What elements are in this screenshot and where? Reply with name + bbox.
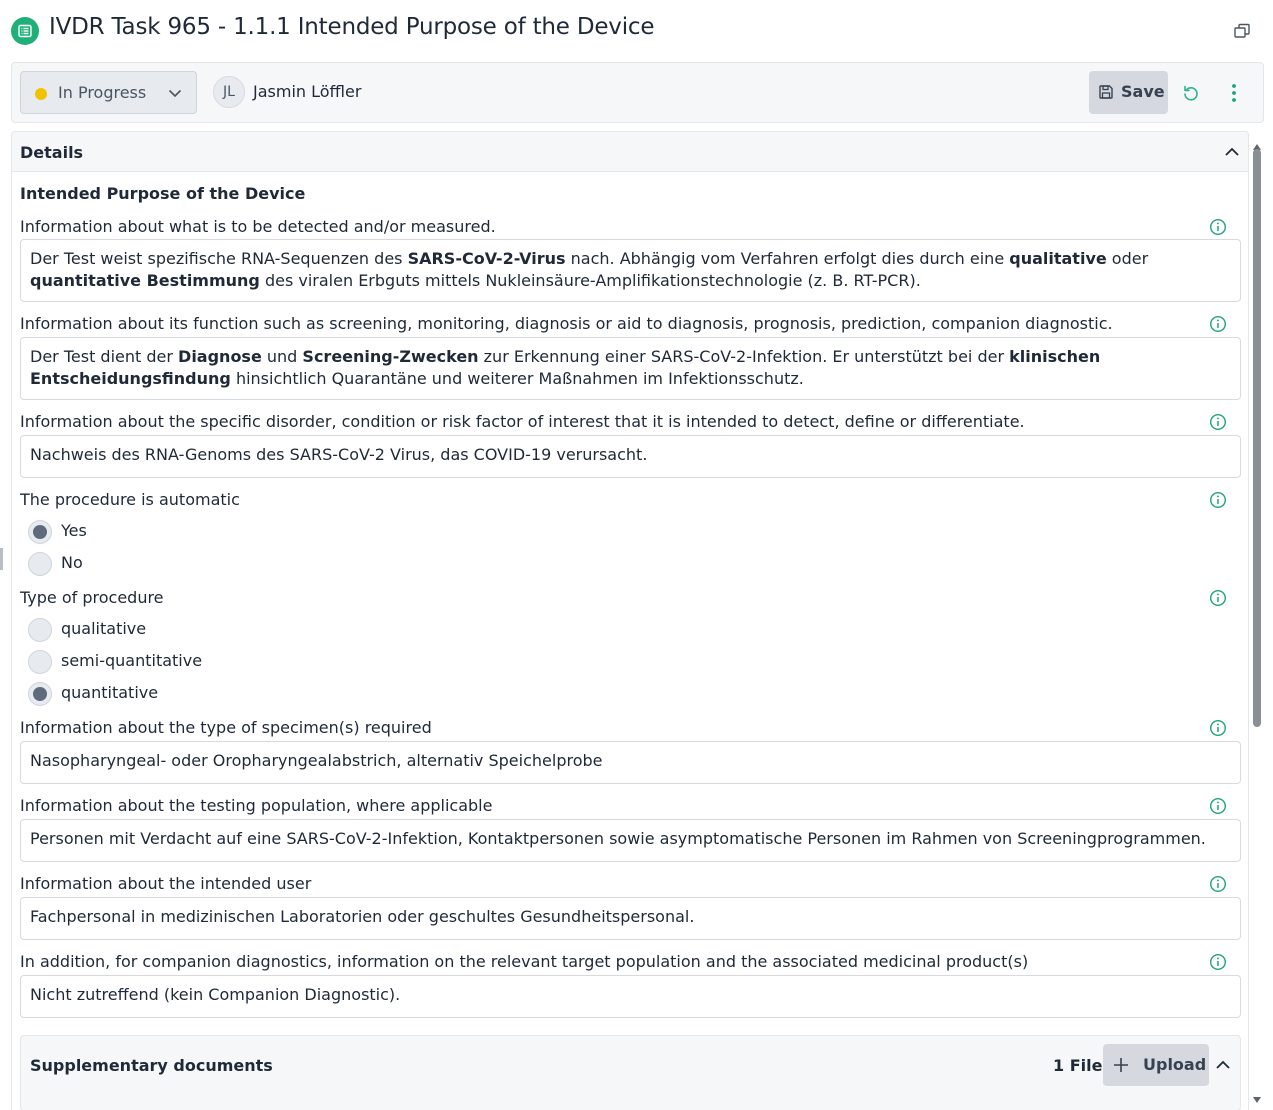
details-title: Details: [20, 143, 84, 162]
radio-button[interactable]: [28, 520, 52, 544]
details-header[interactable]: Details: [12, 132, 1248, 172]
companion-field[interactable]: Nicht zutreffend (kein Companion Diagnos…: [20, 975, 1241, 1018]
save-button[interactable]: Save: [1089, 71, 1168, 114]
scrollbar[interactable]: [1250, 131, 1264, 1110]
radio-label: semi-quantitative: [61, 651, 203, 670]
plus-icon: [1112, 1056, 1130, 1074]
undo-icon[interactable]: [1180, 82, 1202, 104]
info-icon[interactable]: [1209, 953, 1227, 971]
function-field[interactable]: Der Test dient der Diagnose und Screenin…: [20, 337, 1241, 400]
details-panel: Details Intended Purpose of the Device I…: [11, 131, 1249, 1110]
supplementary-title: Supplementary documents: [30, 1056, 273, 1075]
scrollbar-thumb[interactable]: [1253, 149, 1261, 727]
status-indicator: [35, 88, 47, 100]
radio-label: quantitative: [61, 683, 159, 702]
field-label-procedure-type: Type of procedure: [20, 588, 164, 607]
population-field[interactable]: Personen mit Verdacht auf eine SARS-CoV-…: [20, 819, 1241, 862]
upload-button[interactable]: Upload: [1103, 1044, 1209, 1086]
field-label-disorder: Information about the specific disorder,…: [20, 412, 1025, 431]
section-heading: Intended Purpose of the Device: [20, 184, 306, 203]
info-icon[interactable]: [1209, 491, 1227, 509]
chevron-up-icon[interactable]: [1223, 143, 1241, 161]
chevron-down-icon: [167, 85, 183, 101]
supplementary-documents: Supplementary documents 1 File Upload: [20, 1035, 1241, 1110]
radio-label: No: [61, 553, 83, 572]
intended-user-field[interactable]: Fachpersonal in medizinischen Laboratori…: [20, 897, 1241, 940]
resize-handle[interactable]: [0, 548, 3, 570]
field-label-companion: In addition, for companion diagnostics, …: [20, 952, 1029, 971]
more-vertical-icon[interactable]: [1224, 82, 1244, 104]
detected-measured-field[interactable]: Der Test weist spezifische RNA-Sequenzen…: [20, 239, 1241, 302]
status-label: In Progress: [58, 83, 147, 102]
field-label-user: Information about the intended user: [20, 874, 312, 893]
info-icon[interactable]: [1209, 218, 1227, 236]
radio-label: qualitative: [61, 619, 147, 638]
specimen-field[interactable]: Nasopharyngeal- oder Oropharyngealabstri…: [20, 741, 1241, 784]
radio-label: Yes: [61, 521, 87, 540]
info-icon[interactable]: [1209, 589, 1227, 607]
scroll-down-arrow-icon[interactable]: [1253, 1088, 1261, 1103]
field-label-detected: Information about what is to be detected…: [20, 217, 496, 236]
save-label: Save: [1121, 82, 1165, 101]
page-title: IVDR Task 965 - 1.1.1 Intended Purpose o…: [49, 14, 655, 40]
info-icon[interactable]: [1209, 719, 1227, 737]
field-label-automatic: The procedure is automatic: [20, 490, 240, 509]
field-label-population: Information about the testing population…: [20, 796, 493, 815]
list-icon: [11, 17, 39, 45]
file-count: 1 File: [1053, 1056, 1103, 1075]
scroll-up-arrow-icon[interactable]: [1253, 135, 1261, 150]
radio-button[interactable]: [28, 682, 52, 706]
field-label-specimen: Information about the type of specimen(s…: [20, 718, 432, 737]
info-icon[interactable]: [1209, 315, 1227, 333]
title-bar: IVDR Task 965 - 1.1.1 Intended Purpose o…: [0, 0, 1273, 62]
info-icon[interactable]: [1209, 797, 1227, 815]
radio-button[interactable]: [28, 650, 52, 674]
avatar[interactable]: JL: [213, 76, 245, 108]
assignee-name: Jasmin Löffler: [253, 82, 362, 101]
disorder-field[interactable]: Nachweis des RNA-Genoms des SARS-CoV-2 V…: [20, 435, 1241, 478]
chevron-up-icon[interactable]: [1214, 1056, 1232, 1074]
task-toolbar: In Progress JL Jasmin Löffler Save: [11, 62, 1264, 123]
status-dropdown[interactable]: In Progress: [20, 71, 197, 114]
upload-label: Upload: [1143, 1055, 1207, 1074]
field-label-function: Information about its function such as s…: [20, 314, 1113, 333]
info-icon[interactable]: [1209, 875, 1227, 893]
radio-button[interactable]: [28, 552, 52, 576]
info-icon[interactable]: [1209, 413, 1227, 431]
save-icon: [1098, 84, 1114, 100]
radio-button[interactable]: [28, 618, 52, 642]
popout-icon[interactable]: [1232, 21, 1252, 41]
